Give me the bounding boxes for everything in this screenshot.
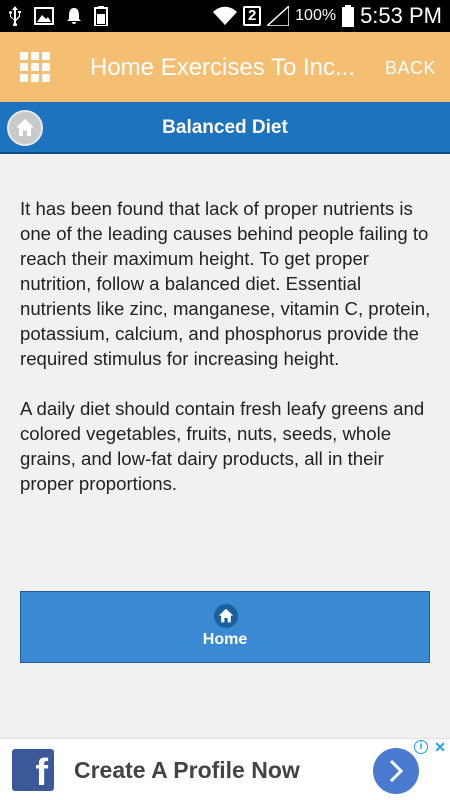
usb-icon	[9, 6, 21, 26]
home-icon-button[interactable]	[7, 110, 43, 146]
status-bar: 2 100% 5:53 PM	[0, 0, 450, 32]
ad-text[interactable]: Create A Profile Now	[74, 757, 300, 784]
wifi-icon	[213, 6, 238, 25]
clock: 5:53 PM	[360, 3, 442, 28]
paragraph: A daily diet should contain fresh leafy …	[20, 398, 425, 494]
battery-saver-icon	[94, 6, 108, 26]
home-icon	[16, 119, 34, 136]
notification-icons	[8, 4, 108, 28]
back-button[interactable]: BACK	[385, 58, 436, 79]
ad-arrow-button[interactable]	[373, 748, 419, 794]
battery-icon	[342, 5, 355, 27]
app-title: Home Exercises To Inc...	[90, 54, 355, 81]
section-header: Balanced Diet	[0, 102, 450, 154]
battery-percent: 100%	[295, 7, 337, 24]
home-button[interactable]: Home	[20, 591, 430, 663]
article-body: It has been found that lack of proper nu…	[20, 196, 432, 496]
ad-close-icon[interactable]: ✕	[434, 739, 446, 756]
app-bar: Home Exercises To Inc... BACK	[0, 32, 450, 102]
chevron-right-icon	[389, 759, 404, 783]
sim-badge: 2	[243, 6, 262, 26]
ad-info-icon[interactable]: i	[414, 740, 428, 754]
paragraph: It has been found that lack of proper nu…	[20, 198, 431, 369]
home-icon	[214, 604, 238, 628]
facebook-logo-icon: f	[12, 749, 54, 794]
grid-menu-icon[interactable]	[20, 52, 50, 82]
image-icon	[34, 7, 54, 25]
page-title: Balanced Diet	[162, 117, 288, 138]
home-button-label: Home	[202, 631, 248, 648]
ad-banner[interactable]: f Create A Profile Now i ✕	[0, 738, 450, 800]
bell-icon	[67, 8, 81, 24]
signal-icon	[267, 6, 290, 26]
